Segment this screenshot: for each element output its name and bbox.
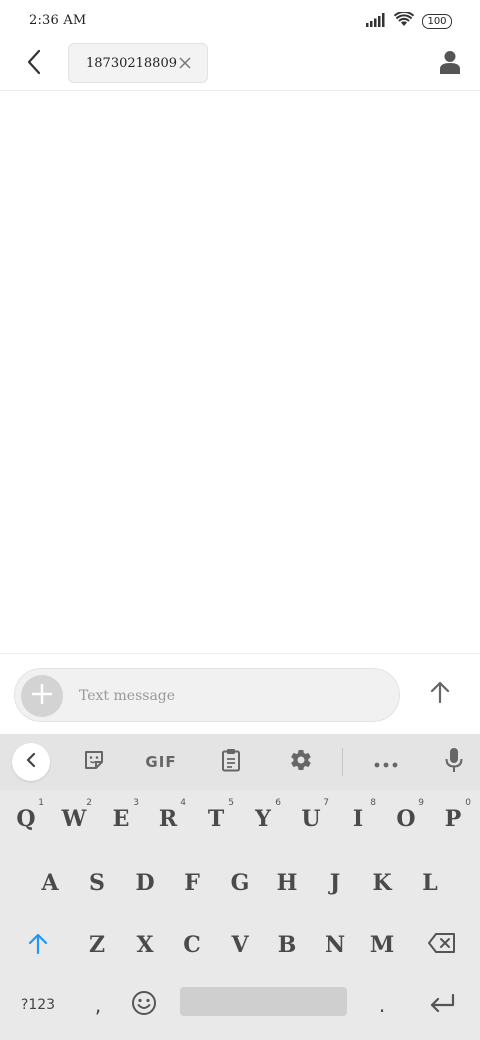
- wifi-icon: [393, 10, 415, 31]
- recipient-number: 18730218809: [86, 55, 177, 71]
- remove-recipient-button[interactable]: [177, 55, 193, 71]
- key-o[interactable]: O9: [386, 794, 426, 844]
- key-row-2: A S D F G H J K L: [0, 858, 480, 914]
- settings-button[interactable]: [283, 744, 319, 780]
- key-f[interactable]: F: [172, 858, 212, 908]
- space-key[interactable]: [180, 987, 347, 1016]
- symbols-key[interactable]: ?123: [14, 980, 62, 1030]
- contact-button[interactable]: [434, 48, 466, 80]
- compose-box: [14, 668, 400, 722]
- recipient-chip[interactable]: 18730218809: [68, 43, 208, 83]
- key-l[interactable]: L: [410, 858, 450, 908]
- key-y[interactable]: Y6: [243, 794, 283, 844]
- key-t[interactable]: T5: [196, 794, 236, 844]
- enter-key[interactable]: [418, 980, 466, 1030]
- gear-icon: [289, 748, 313, 776]
- key-g[interactable]: G: [220, 858, 260, 908]
- close-icon: [179, 54, 191, 73]
- key-m[interactable]: M: [362, 920, 402, 970]
- key-d[interactable]: D: [125, 858, 165, 908]
- key-c[interactable]: C: [172, 920, 212, 970]
- status-bar: 2:36 AM 100: [0, 0, 480, 44]
- key-a[interactable]: A: [30, 858, 70, 908]
- enter-arrow-icon: [429, 993, 455, 1016]
- key-n[interactable]: N: [315, 920, 355, 970]
- key-row-3: Z X C V B N M: [0, 920, 480, 976]
- key-row-4: ?123 , .: [0, 980, 480, 1036]
- key-s[interactable]: S: [77, 858, 117, 908]
- key-q[interactable]: Q1: [6, 794, 46, 844]
- emoji-icon: [131, 990, 157, 1020]
- status-icons: 100: [366, 10, 452, 31]
- chevron-left-icon: [25, 752, 37, 772]
- shift-key[interactable]: [14, 920, 62, 970]
- period-key[interactable]: .: [362, 980, 402, 1030]
- shift-arrow-icon: [28, 932, 48, 958]
- key-z[interactable]: Z: [77, 920, 117, 970]
- keyboard-toolbar: GIF: [0, 734, 480, 790]
- microphone-icon: [445, 747, 463, 777]
- key-j[interactable]: J: [315, 858, 355, 908]
- more-button[interactable]: [368, 744, 404, 780]
- key-i[interactable]: I8: [338, 794, 378, 844]
- contact-person-icon: [440, 50, 460, 78]
- gif-label: GIF: [145, 753, 177, 771]
- voice-input-button[interactable]: [436, 744, 472, 780]
- attach-button[interactable]: [21, 675, 63, 717]
- key-row-1: Q1 W2 E3 R4 T5 Y6 U7 I8 O9 P0: [0, 794, 480, 850]
- key-k[interactable]: K: [362, 858, 402, 908]
- key-w[interactable]: W2: [54, 794, 94, 844]
- backspace-icon: [428, 933, 456, 957]
- collapse-toolbar-button[interactable]: [12, 743, 50, 781]
- status-time: 2:36 AM: [29, 13, 87, 28]
- battery-icon: 100: [422, 14, 452, 29]
- sticker-icon: [83, 749, 105, 775]
- back-button[interactable]: [18, 48, 50, 80]
- emoji-key[interactable]: [124, 980, 164, 1030]
- key-v[interactable]: V: [220, 920, 260, 970]
- back-arrow-icon: [26, 49, 42, 79]
- comma-key[interactable]: ,: [78, 980, 118, 1030]
- keyboard: GIF Q 1 W 2 E 3 R 4 T 5 Y 6 U 7 I 8 O 9 …: [0, 734, 480, 1040]
- key-e[interactable]: E3: [101, 794, 141, 844]
- clipboard-button[interactable]: [213, 744, 249, 780]
- key-r[interactable]: R4: [148, 794, 188, 844]
- send-button[interactable]: [422, 676, 458, 712]
- plus-icon: [31, 683, 53, 708]
- more-dots-icon: [374, 753, 398, 772]
- sticker-button[interactable]: [76, 744, 112, 780]
- key-p[interactable]: P0: [433, 794, 473, 844]
- key-x[interactable]: X: [125, 920, 165, 970]
- send-arrow-icon: [430, 681, 450, 707]
- message-list[interactable]: [0, 92, 480, 652]
- conversation-header: 18730218809: [0, 43, 480, 91]
- clipboard-icon: [221, 748, 241, 776]
- key-h[interactable]: H: [267, 858, 307, 908]
- backspace-key[interactable]: [418, 920, 466, 970]
- key-u[interactable]: U7: [291, 794, 331, 844]
- toolbar-divider: [342, 748, 343, 776]
- signal-icon: [366, 12, 386, 31]
- gif-button[interactable]: GIF: [140, 744, 182, 780]
- key-b[interactable]: B: [267, 920, 307, 970]
- compose-bar: [0, 653, 480, 734]
- message-input[interactable]: [79, 681, 379, 711]
